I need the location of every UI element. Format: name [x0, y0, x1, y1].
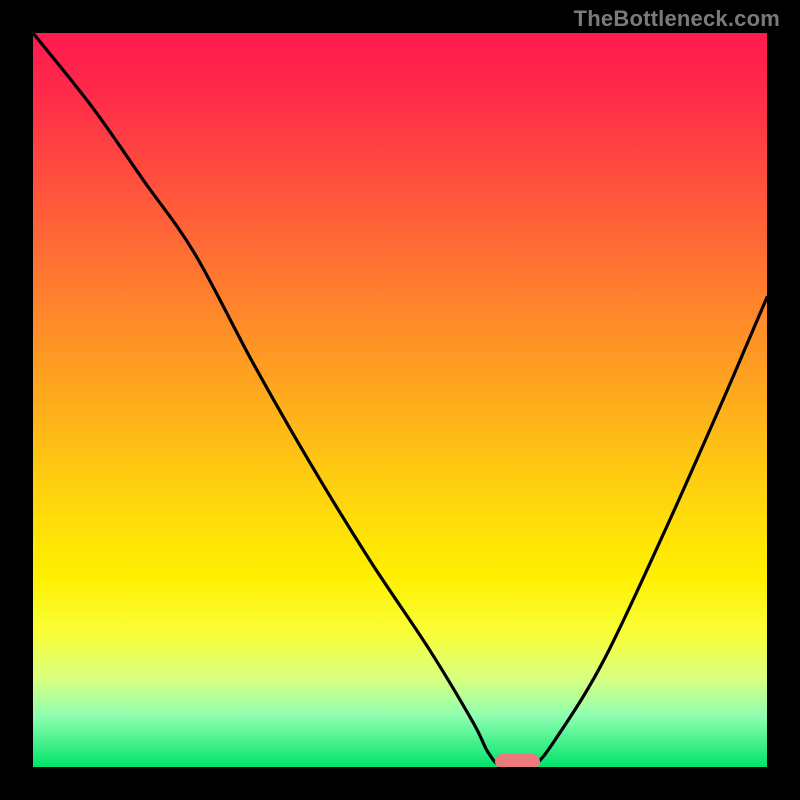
chart-frame: TheBottleneck.com	[0, 0, 800, 800]
bottleneck-curve	[33, 33, 767, 767]
plot-area	[33, 33, 767, 767]
watermark-text: TheBottleneck.com	[574, 6, 780, 32]
optimal-marker	[495, 754, 540, 767]
